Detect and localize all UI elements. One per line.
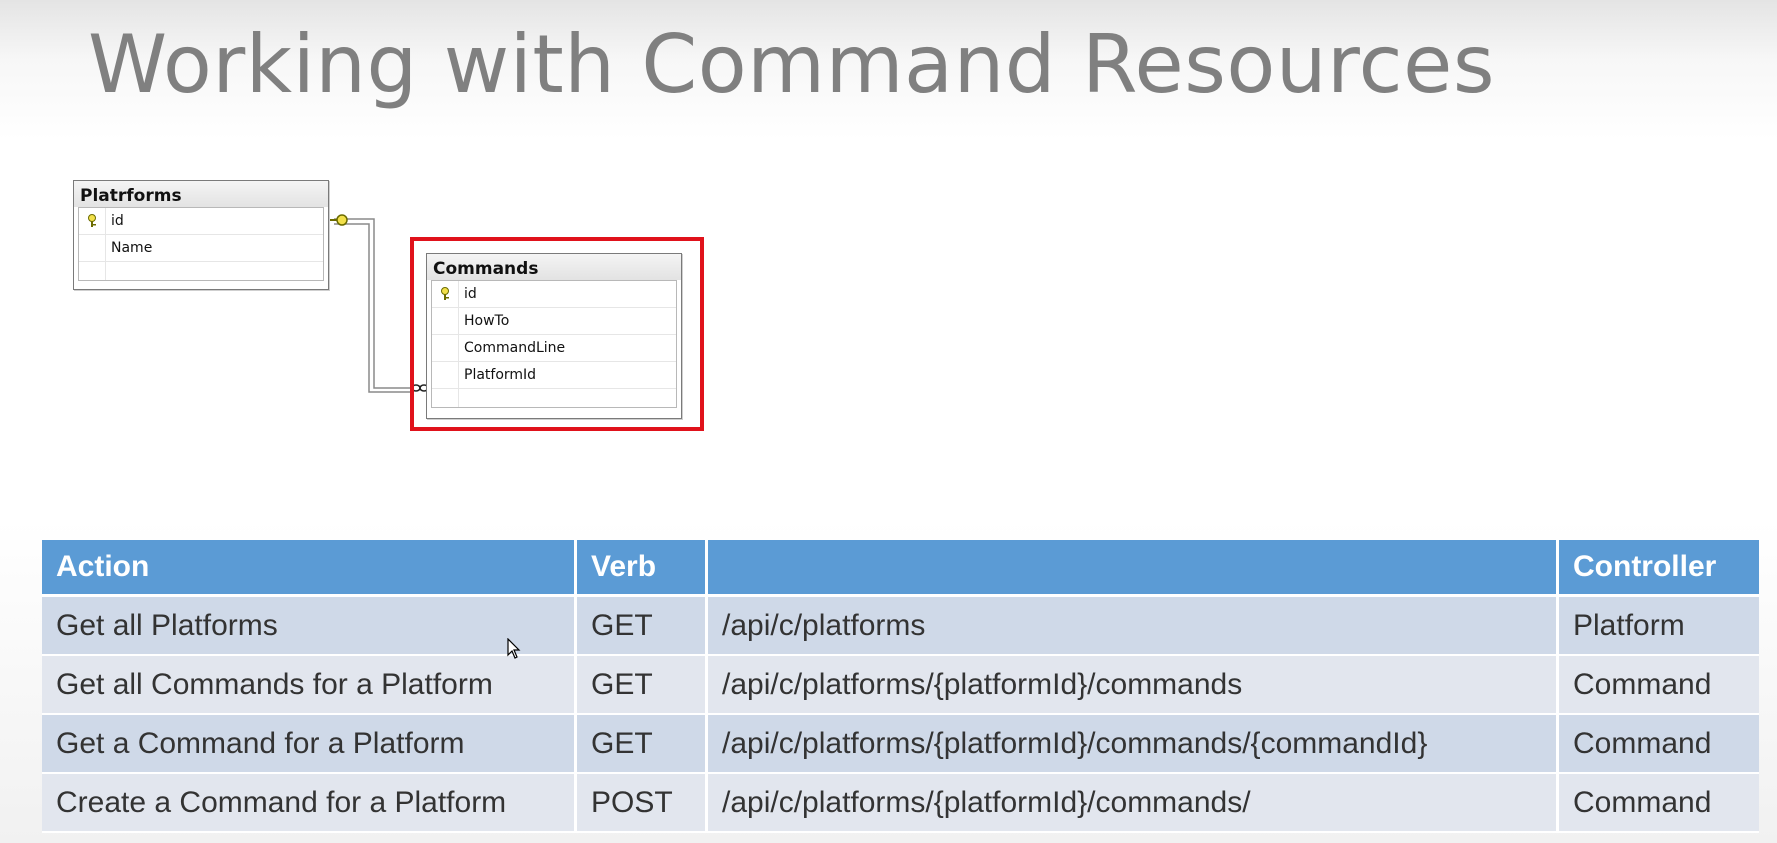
cell-uri: /api/c/platforms/{platformId}/commands/ <box>706 773 1559 833</box>
row-gutter <box>79 235 106 261</box>
cell-verb: POST <box>575 773 708 833</box>
cell-verb: GET <box>575 655 708 715</box>
header-action: Action <box>42 540 577 597</box>
api-endpoints-table: Action Verb Controller Get all Platforms… <box>42 540 1759 833</box>
cell-uri: /api/c/platforms/{platformId}/commands/{… <box>706 714 1559 774</box>
cell-uri: /api/c/platforms <box>706 595 1559 656</box>
header-controller: Controller <box>1557 540 1759 597</box>
cell-controller: Command <box>1557 655 1759 715</box>
primary-key-icon <box>79 208 106 234</box>
platforms-table[interactable]: Platrforms id Name <box>73 180 329 290</box>
cell-action: Get all Platforms <box>42 595 577 656</box>
cell-controller: Platform <box>1557 595 1759 656</box>
cell-verb: GET <box>575 714 708 774</box>
cell-action: Create a Command for a Platform <box>42 773 577 833</box>
cell-action: Get all Commands for a Platform <box>42 655 577 715</box>
platforms-table-title: Platrforms <box>74 181 328 207</box>
key-icon <box>330 214 348 226</box>
table-header-row: Action Verb Controller <box>42 540 1759 597</box>
table-row[interactable]: Get all Commands for a Platform GET /api… <box>42 655 1759 715</box>
platforms-column-id[interactable]: id <box>79 208 323 235</box>
commands-highlight-box <box>410 237 704 431</box>
table-row[interactable]: Get a Command for a Platform GET /api/c/… <box>42 714 1759 774</box>
platforms-empty-row <box>79 262 323 280</box>
cell-action: Get a Command for a Platform <box>42 714 577 774</box>
header-verb: Verb <box>575 540 708 597</box>
cell-controller: Command <box>1557 714 1759 774</box>
row-gutter <box>79 262 106 280</box>
table-row[interactable]: Get all Platforms GET /api/c/platforms P… <box>42 595 1759 656</box>
column-label: Name <box>111 240 153 256</box>
cell-uri: /api/c/platforms/{platformId}/commands <box>706 655 1559 715</box>
header-uri <box>706 540 1559 597</box>
cell-controller: Command <box>1557 773 1759 833</box>
column-label: id <box>111 213 124 229</box>
table-row[interactable]: Create a Command for a Platform POST /ap… <box>42 773 1759 833</box>
cell-verb: GET <box>575 595 708 656</box>
mouse-cursor-icon <box>507 638 521 659</box>
platforms-column-name[interactable]: Name <box>79 235 323 262</box>
